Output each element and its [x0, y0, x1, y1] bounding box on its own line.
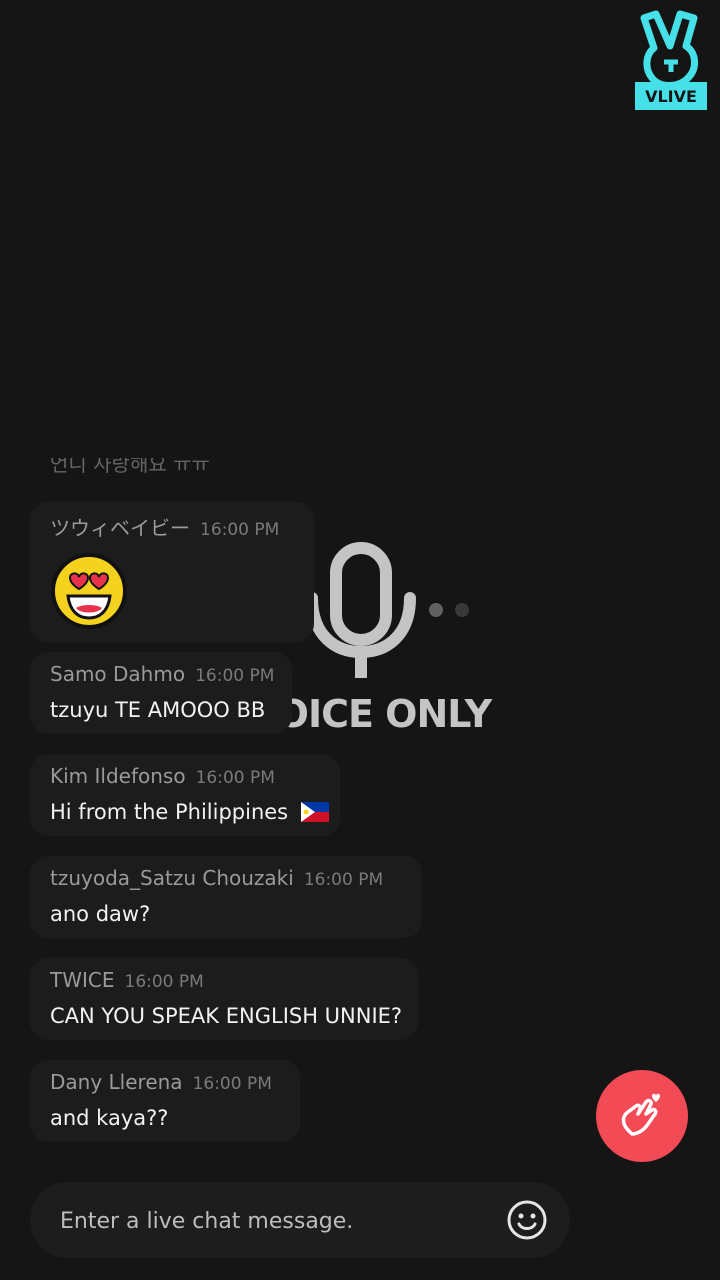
message-time: 16:00 PM [124, 972, 204, 992]
message-author[interactable]: Dany Llerena [50, 1070, 183, 1094]
chat-list[interactable]: 언니 사랑해요 ㅠㅠ ツウィベイビー 16:00 PM Samo Dahmo 1… [30, 440, 450, 1155]
message-time: 16:00 PM [200, 520, 280, 540]
faded-message: 언니 사랑해요 ㅠㅠ [50, 452, 210, 476]
message-time: 16:00 PM [195, 666, 275, 686]
vlive-logo-text: VLIVE [645, 87, 697, 106]
chat-message: ツウィベイビー 16:00 PM [30, 502, 314, 642]
chat-message-input[interactable] [58, 1194, 482, 1248]
message-author[interactable]: Samo Dahmo [50, 662, 185, 686]
message-author[interactable]: Kim Ildefonso [50, 764, 186, 788]
message-text: ano daw? [50, 902, 151, 926]
message-text: tzuyu TE AMOOO BB [50, 698, 266, 722]
philippines-flag-icon [300, 802, 329, 822]
message-time: 16:00 PM [303, 870, 384, 890]
heart-eyes-emoji [50, 552, 128, 630]
chat-message: tzuyoda_Satzu Chouzaki 16:00 PM ano daw? [30, 856, 422, 938]
smiley-icon [507, 1200, 547, 1240]
message-text: Hi from the Philippines [50, 800, 289, 824]
message-text-row: Hi from the Philippines [50, 800, 329, 824]
chat-message: TWICE 16:00 PM CAN YOU SPEAK ENGLISH UNN… [30, 958, 418, 1040]
message-time: 16:00 PM [195, 768, 275, 788]
chat-message: Kim Ildefonso 16:00 PM Hi from the Phili… [30, 754, 340, 836]
finger-heart-button[interactable] [596, 1070, 688, 1162]
chat-message: Samo Dahmo 16:00 PM tzuyu TE AMOOO BB [30, 652, 292, 734]
message-author[interactable]: ツウィベイビー [50, 512, 190, 541]
message-text: CAN YOU SPEAK ENGLISH UNNIE? [50, 1004, 403, 1028]
emoji-button[interactable] [506, 1199, 548, 1241]
chat-message: Dany Llerena 16:00 PM and kaya?? [30, 1060, 300, 1142]
message-time: 16:00 PM [192, 1074, 272, 1094]
message-author[interactable]: TWICE [50, 968, 115, 992]
finger-heart-icon [621, 1093, 660, 1136]
chat-input-bar [30, 1182, 570, 1258]
message-author[interactable]: tzuyoda_Satzu Chouzaki [50, 866, 294, 890]
live-screen: VLIVE VOICE ONLY 언니 사랑해요 ㅠㅠ ツウィベイビー 16:0… [0, 0, 720, 1280]
message-text: and kaya?? [50, 1106, 169, 1130]
vlive-logo: VLIVE [634, 10, 708, 112]
